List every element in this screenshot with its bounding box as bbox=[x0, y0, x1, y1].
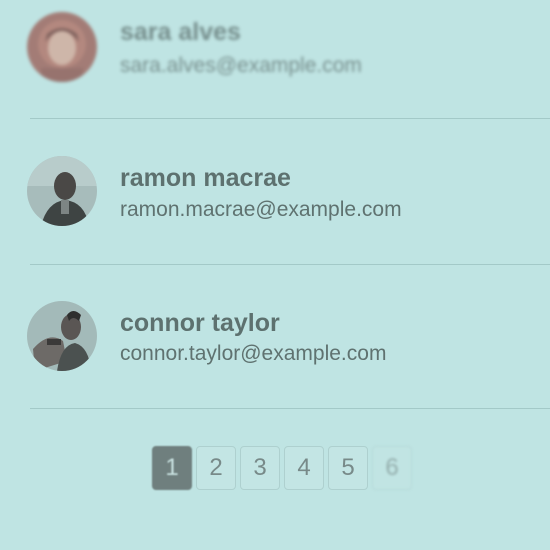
page-button-6[interactable]: 6 bbox=[372, 446, 412, 490]
divider bbox=[30, 118, 550, 119]
user-email: ramon.macrae@example.com bbox=[120, 198, 402, 221]
divider bbox=[30, 408, 550, 409]
user-name: ramon macrae bbox=[120, 164, 291, 192]
avatar bbox=[27, 12, 97, 82]
page-button-1[interactable]: 1 bbox=[152, 446, 192, 490]
page-button-3[interactable]: 3 bbox=[240, 446, 280, 490]
page-button-4[interactable]: 4 bbox=[284, 446, 324, 490]
page-button-2[interactable]: 2 bbox=[196, 446, 236, 490]
user-photo-icon bbox=[27, 156, 97, 226]
user-photo-icon bbox=[27, 301, 97, 371]
user-photo-icon bbox=[27, 12, 97, 82]
page-button-5[interactable]: 5 bbox=[328, 446, 368, 490]
divider bbox=[30, 264, 550, 265]
avatar bbox=[27, 156, 97, 226]
user-email: sara.alves@example.com bbox=[120, 54, 362, 77]
list-item[interactable]: ramon macrae ramon.macrae@example.com bbox=[0, 142, 550, 232]
avatar bbox=[27, 301, 97, 371]
pagination: 1 2 3 4 5 6 bbox=[152, 446, 412, 492]
list-item[interactable]: sara alves sara.alves@example.com bbox=[0, 0, 550, 90]
user-name: connor taylor bbox=[120, 309, 280, 337]
list-item[interactable]: connor taylor connor.taylor@example.com bbox=[0, 287, 550, 377]
user-email: connor.taylor@example.com bbox=[120, 342, 387, 365]
user-name: sara alves bbox=[120, 18, 241, 46]
